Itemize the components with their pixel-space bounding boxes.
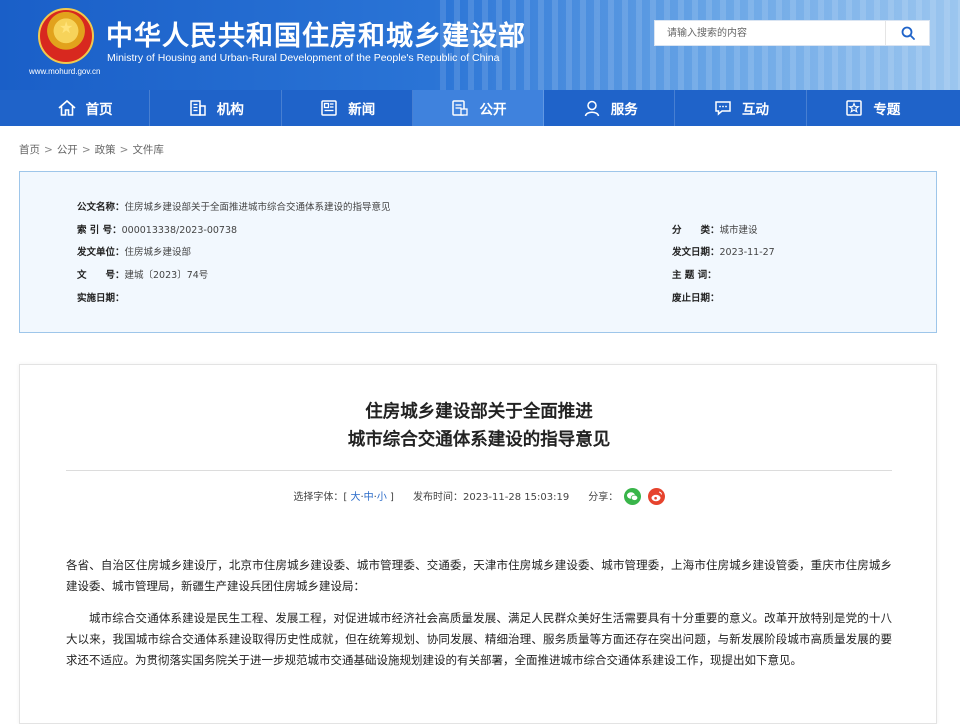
- meta-doc-name-value: 住房城乡建设部关于全面推进城市综合交通体系建设的指导意见: [124, 202, 391, 213]
- article-paragraph: 城市综合交通体系建设是民生工程、发展工程，对促进城市经济社会高质量发展、满足人民…: [66, 611, 892, 667]
- share-label: 分享：: [588, 492, 619, 503]
- meta-category-value: 城市建设: [719, 225, 758, 236]
- meta-doc-name-label: 公文名称：: [77, 202, 125, 213]
- public-icon: [449, 98, 471, 118]
- breadcrumb-public[interactable]: 公开: [57, 144, 78, 156]
- nav-item-public[interactable]: 公开: [412, 90, 545, 126]
- service-icon: [581, 98, 603, 118]
- nav-item-organization[interactable]: 机构: [150, 90, 282, 126]
- meta-keywords: 主 题 词：: [672, 267, 717, 281]
- breadcrumb-separator: >: [81, 144, 91, 156]
- font-size-bracket-open: [: [343, 492, 348, 503]
- nav-label: 首页: [85, 102, 113, 118]
- breadcrumb-policy[interactable]: 政策: [95, 144, 116, 156]
- nav-item-service[interactable]: 服务: [544, 90, 676, 126]
- nav-item-home[interactable]: 首页: [19, 90, 151, 126]
- nav-label: 机构: [216, 102, 244, 118]
- meta-index: 索 引 号：000013338/2023-00738: [77, 222, 237, 236]
- breadcrumb: 首页 > 公开 > 政策 > 文件库: [19, 142, 164, 157]
- meta-category-label: 分 类：: [672, 225, 720, 236]
- nav-label: 公开: [479, 102, 507, 118]
- document-metadata-box: 公文名称：住房城乡建设部关于全面推进城市综合交通体系建设的指导意见 索 引 号：…: [19, 171, 937, 333]
- nav-item-news[interactable]: 新闻: [282, 90, 413, 126]
- font-size-label: 选择字体：: [293, 492, 344, 503]
- search-icon: [901, 26, 915, 40]
- breadcrumb-library[interactable]: 文件库: [132, 144, 164, 156]
- wechat-share-icon[interactable]: [624, 487, 642, 505]
- breadcrumb-separator: >: [119, 144, 129, 156]
- article-title: 住房城乡建设部关于全面推进 城市综合交通体系建设的指导意见: [20, 398, 938, 454]
- home-icon: [56, 98, 78, 118]
- meta-number-value: 建城〔2023〕74号: [124, 270, 209, 281]
- nav-label: 专题: [873, 102, 901, 118]
- nav-item-interaction[interactable]: 互动: [675, 90, 807, 126]
- main-nav: 首页 机构 新闻 公开 服务 互动 专题: [0, 90, 960, 126]
- font-size-large-link[interactable]: 大: [350, 492, 360, 503]
- search-input[interactable]: [655, 21, 885, 45]
- font-size-small-link[interactable]: 小: [377, 492, 387, 503]
- meta-number: 文 号：建城〔2023〕74号: [77, 267, 208, 281]
- breadcrumb-home[interactable]: 首页: [19, 144, 40, 156]
- meta-date: 发文日期：2023-11-27: [672, 244, 775, 258]
- news-icon: [318, 98, 340, 118]
- site-url: www.mohurd.gov.cn: [29, 67, 101, 76]
- publish-time-value: 2023-11-28 15:03:19: [462, 492, 570, 503]
- site-header: ★ www.mohurd.gov.cn 中华人民共和国住房和城乡建设部 Mini…: [0, 0, 960, 90]
- meta-issuer: 发文单位：住房城乡建设部: [77, 244, 191, 258]
- star-icon: [843, 98, 865, 118]
- search-box: [654, 20, 930, 46]
- nav-label: 服务: [610, 102, 638, 118]
- meta-category: 分 类：城市建设: [672, 222, 758, 236]
- building-icon: [187, 98, 209, 118]
- publish-time-label: 发布时间：: [412, 492, 463, 503]
- nav-label: 新闻: [348, 102, 376, 118]
- article-title-line2: 城市综合交通体系建设的指导意见: [347, 430, 611, 450]
- search-button[interactable]: [885, 21, 929, 45]
- site-title[interactable]: 中华人民共和国住房和城乡建设部: [106, 14, 526, 53]
- article-card: 住房城乡建设部关于全面推进 城市综合交通体系建设的指导意见 选择字体：[ 大·中…: [19, 364, 937, 724]
- meta-doc-name: 公文名称：住房城乡建设部关于全面推进城市综合交通体系建设的指导意见: [77, 199, 391, 213]
- meta-repeal-label: 废止日期：: [672, 293, 720, 304]
- national-emblem-icon: ★: [38, 8, 94, 64]
- chat-icon: [712, 98, 734, 118]
- font-size-selector: [ 大·中·小 ]: [343, 492, 394, 503]
- meta-effective-label: 实施日期：: [77, 293, 125, 304]
- article-salutation: 各省、自治区住房城乡建设厅，北京市住房城乡建设委、城市管理委、交通委，天津市住房…: [66, 558, 892, 593]
- article-title-line1: 住房城乡建设部关于全面推进: [365, 402, 593, 422]
- meta-date-value: 2023-11-27: [719, 247, 775, 258]
- title-divider: [66, 470, 892, 471]
- article-body: 各省、自治区住房城乡建设厅，北京市住房城乡建设委、城市管理委、交通委，天津市住房…: [66, 555, 892, 682]
- meta-date-label: 发文日期：: [672, 247, 720, 258]
- nav-label: 互动: [742, 102, 770, 118]
- meta-keywords-label: 主 题 词：: [672, 270, 717, 281]
- font-size-medium-link[interactable]: 中: [364, 492, 374, 503]
- breadcrumb-separator: >: [44, 144, 53, 156]
- font-size-bracket-close: ]: [390, 492, 394, 503]
- site-subtitle: Ministry of Housing and Urban-Rural Deve…: [107, 52, 500, 64]
- meta-number-label: 文 号：: [77, 270, 125, 281]
- weibo-share-icon[interactable]: [647, 487, 665, 505]
- meta-repeal: 废止日期：: [672, 290, 720, 304]
- meta-issuer-value: 住房城乡建设部: [124, 247, 192, 258]
- meta-effective: 实施日期：: [77, 290, 125, 304]
- meta-issuer-label: 发文单位：: [77, 247, 125, 258]
- meta-index-value: 000013338/2023-00738: [121, 225, 238, 236]
- nav-item-topics[interactable]: 专题: [807, 90, 937, 126]
- article-info-bar: 选择字体：[ 大·中·小 ] 发布时间：2023-11-28 15:03:19 …: [20, 487, 938, 506]
- meta-index-label: 索 引 号：: [77, 225, 122, 236]
